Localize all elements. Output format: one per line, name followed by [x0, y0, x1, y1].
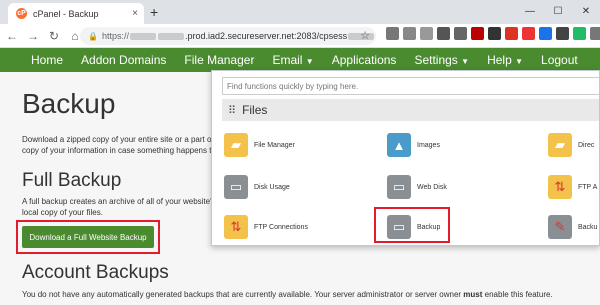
tool-directory-privacy[interactable]: ▰ Direc	[548, 133, 594, 157]
address-bar[interactable]: 🔒 https:// .prod.iad2.secureserver.net:2…	[80, 27, 376, 45]
tool-images[interactable]: ▲ Images	[387, 133, 440, 157]
folder-icon: ▰	[548, 133, 572, 157]
extension-icon[interactable]	[590, 27, 600, 40]
extension-icon[interactable]	[522, 27, 535, 40]
full-backup-description: A full backup creates an archive of all …	[22, 197, 212, 217]
cpanel-nav: Home Addon Domains File Manager Email ▼ …	[0, 48, 600, 72]
tab-title: cPanel - Backup	[33, 8, 99, 19]
nav-addon-domains[interactable]: Addon Domains	[81, 53, 166, 67]
function-search-input[interactable]: Find functions quickly by typing here.	[222, 77, 599, 95]
folder-icon: ▰	[224, 133, 248, 157]
tool-file-manager[interactable]: ▰ File Manager	[224, 133, 295, 157]
nav-logout[interactable]: Logout	[541, 53, 578, 67]
url-host: .prod.iad2.secureserver.net:2083/cpsess	[184, 31, 348, 41]
extension-icon[interactable]	[505, 27, 518, 40]
cpanel-favicon-icon: cP	[16, 8, 27, 19]
tool-web-disk[interactable]: ▭ Web Disk	[387, 175, 447, 199]
extension-icon[interactable]	[471, 27, 484, 40]
redacted-text	[129, 32, 156, 40]
tool-ftp-connections[interactable]: ⇅ FTP Connections	[224, 215, 308, 239]
tool-disk-usage[interactable]: ▭ Disk Usage	[224, 175, 290, 199]
nav-applications[interactable]: Applications	[332, 53, 397, 67]
image-icon: ▲	[387, 133, 411, 157]
back-icon[interactable]: ←	[3, 27, 21, 45]
minimize-button[interactable]: —	[516, 0, 544, 22]
tab-close-icon[interactable]: ×	[132, 8, 138, 19]
browser-tabstrip: cP cPanel - Backup × + — ☐ ✕	[0, 0, 600, 24]
extension-toolbar	[386, 27, 600, 40]
window-controls: — ☐ ✕	[516, 0, 600, 22]
chevron-down-icon: ▼	[305, 57, 314, 66]
camera-icon[interactable]	[386, 27, 399, 40]
page-title: Backup	[22, 88, 116, 119]
reload-icon[interactable]: ↻	[45, 27, 63, 45]
forward-icon[interactable]: →	[24, 27, 42, 45]
nav-settings[interactable]: Settings ▼	[414, 53, 469, 67]
bookmark-star-icon[interactable]: ☆	[360, 29, 370, 42]
url-protocol: https://	[101, 31, 129, 41]
extension-icon[interactable]	[573, 27, 586, 40]
highlight-box	[374, 207, 450, 243]
chevron-down-icon: ▼	[461, 57, 470, 66]
lock-icon: 🔒	[88, 31, 98, 41]
extension-icon[interactable]	[539, 27, 552, 40]
tool-backup-wizard[interactable]: ✎ Backu	[548, 215, 597, 239]
extension-icon[interactable]	[556, 27, 569, 40]
extension-icon[interactable]	[420, 27, 433, 40]
full-backup-heading: Full Backup	[22, 170, 122, 191]
extension-icon[interactable]	[454, 27, 467, 40]
new-tab-button[interactable]: +	[150, 4, 158, 20]
chevron-down-icon: ▼	[515, 57, 524, 66]
redacted-text	[157, 32, 184, 40]
files-section-header[interactable]: ⠿ Files	[222, 99, 599, 121]
backup-description: Download a zipped copy of your entire si…	[22, 135, 212, 155]
download-full-backup-button[interactable]: Download a Full Website Backup	[22, 226, 154, 248]
disk-icon: ▭	[224, 175, 248, 199]
maximize-button[interactable]: ☐	[544, 0, 572, 22]
nav-home[interactable]: Home	[31, 53, 63, 67]
nav-email[interactable]: Email ▼	[272, 53, 313, 67]
disk-icon: ▭	[387, 175, 411, 199]
extension-icon[interactable]	[437, 27, 450, 40]
nav-help[interactable]: Help ▼	[487, 53, 523, 67]
ftp-connections-icon: ⇅	[224, 215, 248, 239]
grid-icon: ⠿	[228, 104, 237, 117]
account-backups-description: You do not have any automatically genera…	[22, 290, 553, 299]
browser-tab[interactable]: cP cPanel - Backup ×	[8, 3, 144, 24]
browser-toolbar: ← → ↻ ⌂ 🔒 https:// .prod.iad2.secureserv…	[0, 24, 600, 48]
files-section-title: Files	[242, 103, 268, 117]
backup-wizard-icon: ✎	[548, 215, 572, 239]
extension-icon[interactable]	[403, 27, 416, 40]
account-backups-heading: Account Backups	[22, 262, 169, 283]
ftp-icon: ⇅	[548, 175, 572, 199]
tool-ftp-accounts[interactable]: ⇅ FTP A	[548, 175, 597, 199]
files-quick-panel: Find functions quickly by typing here. ⠿…	[211, 70, 600, 246]
extension-icon[interactable]	[488, 27, 501, 40]
close-window-button[interactable]: ✕	[572, 0, 600, 22]
nav-file-manager[interactable]: File Manager	[184, 53, 254, 67]
